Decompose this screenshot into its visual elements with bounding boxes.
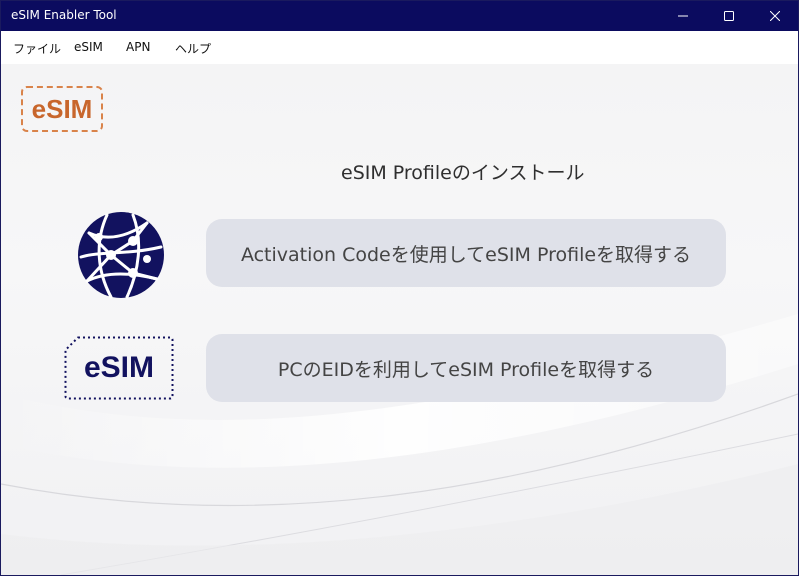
menu-bar: ファイル eSIM APN ヘルプ	[1, 31, 798, 64]
close-icon	[770, 11, 780, 21]
app-window: eSIM Enabler Tool ファイル eSIM APN ヘルプ eSIM…	[0, 0, 799, 576]
activation-code-button[interactable]: Activation Codeを使用してeSIM Profileを取得する	[206, 219, 726, 287]
globe-network-icon	[78, 212, 164, 299]
menu-file[interactable]: ファイル	[11, 40, 63, 57]
window-title: eSIM Enabler Tool	[11, 8, 117, 22]
main-content: eSIM eSIM Profileのインストール Activation Code…	[1, 64, 798, 575]
eid-button[interactable]: PCのEIDを利用してeSIM Profileを取得する	[206, 334, 726, 402]
esim-card-icon: eSIM	[64, 336, 174, 400]
menu-apn[interactable]: APN	[124, 40, 152, 54]
esim-logo: eSIM	[21, 86, 103, 132]
section-title: eSIM Profileのインストール	[341, 162, 585, 184]
minimize-icon	[678, 15, 688, 17]
close-button[interactable]	[752, 1, 798, 31]
esim-card-text: eSIM	[83, 351, 155, 384]
minimize-button[interactable]	[660, 1, 706, 31]
maximize-icon	[724, 11, 734, 21]
title-bar[interactable]: eSIM Enabler Tool	[1, 1, 798, 31]
background-swoosh	[1, 314, 798, 575]
maximize-button[interactable]	[706, 1, 752, 31]
menu-esim[interactable]: eSIM	[72, 40, 105, 54]
menu-help[interactable]: ヘルプ	[173, 40, 213, 57]
